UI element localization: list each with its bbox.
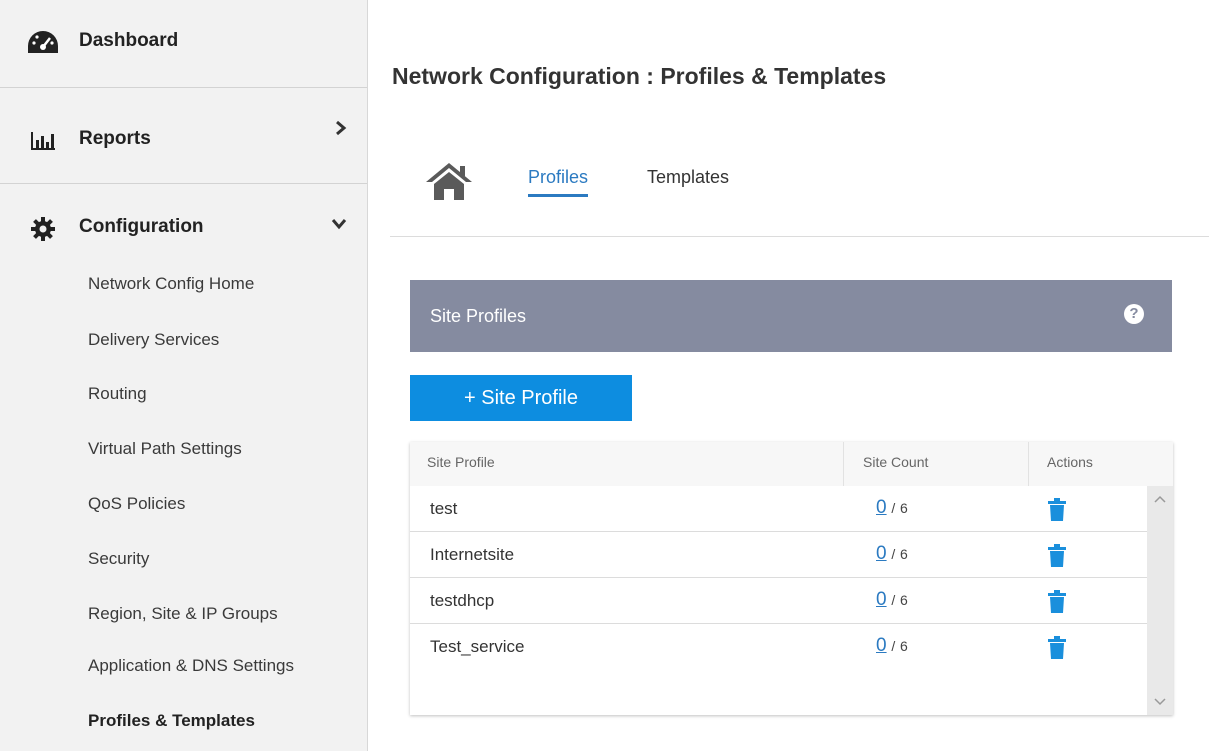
count-separator: /: [891, 592, 896, 608]
gear-icon: [26, 214, 60, 244]
count-separator: /: [891, 500, 896, 516]
site-count: 0 / 6: [876, 497, 908, 519]
home-icon[interactable]: [424, 160, 474, 202]
sidebar-item-application-dns-settings[interactable]: Application & DNS Settings: [88, 656, 294, 676]
site-count: 0 / 6: [876, 543, 908, 565]
site-count-total: 6: [899, 638, 908, 654]
nav-configuration-label: Configuration: [79, 216, 204, 237]
table-row[interactable]: Internetsite 0 / 6: [410, 532, 1147, 578]
table-header: Site Profile Site Count Actions: [410, 442, 1173, 486]
bar-chart-icon: [26, 126, 60, 156]
sidebar-item-profiles-templates[interactable]: Profiles & Templates: [88, 711, 255, 731]
table-row[interactable]: test 0 / 6: [410, 486, 1147, 532]
column-header-site-count[interactable]: Site Count: [863, 454, 928, 470]
site-count: 0 / 6: [876, 589, 908, 611]
table-row[interactable]: testdhcp 0 / 6: [410, 578, 1147, 624]
nav-reports[interactable]: Reports: [0, 88, 367, 184]
panel-title: Site Profiles: [430, 306, 527, 326]
site-count-link[interactable]: 0: [876, 635, 887, 656]
scroll-down-icon[interactable]: [1154, 695, 1166, 709]
nav-dashboard[interactable]: Dashboard: [0, 0, 367, 88]
count-separator: /: [891, 638, 896, 654]
site-profile-table: Site Profile Site Count Actions test 0 /…: [410, 442, 1173, 715]
table-scrollbar[interactable]: [1147, 486, 1173, 715]
nav-reports-label: Reports: [79, 128, 151, 149]
nav-dashboard-label: Dashboard: [79, 30, 179, 51]
scroll-up-icon[interactable]: [1154, 492, 1166, 506]
site-profile-name: test: [430, 499, 458, 518]
site-count-link[interactable]: 0: [876, 543, 887, 564]
trash-icon[interactable]: [1047, 636, 1067, 660]
site-profiles-header: Site Profiles ?: [410, 280, 1172, 352]
site-count-total: 6: [899, 546, 908, 562]
sidebar: Dashboard Reports Configuration Network …: [0, 0, 368, 751]
sidebar-item-region-site-ip-groups[interactable]: Region, Site & IP Groups: [88, 604, 278, 624]
sidebar-item-virtual-path-settings[interactable]: Virtual Path Settings: [88, 439, 242, 459]
column-header-actions: Actions: [1047, 454, 1093, 470]
table-row[interactable]: Test_service 0 / 6: [410, 624, 1147, 670]
help-icon[interactable]: ?: [1124, 304, 1144, 324]
count-separator: /: [891, 546, 896, 562]
sidebar-item-routing[interactable]: Routing: [88, 384, 147, 404]
trash-icon[interactable]: [1047, 544, 1067, 568]
trash-icon[interactable]: [1047, 498, 1067, 522]
chevron-down-icon[interactable]: [331, 214, 347, 235]
site-count: 0 / 6: [876, 635, 908, 657]
chevron-right-icon[interactable]: [335, 120, 347, 141]
tab-templates[interactable]: Templates: [647, 167, 729, 188]
site-profile-name: Internetsite: [430, 545, 515, 564]
nav-configuration[interactable]: Configuration: [0, 184, 367, 274]
divider: [390, 236, 1209, 237]
site-count-link[interactable]: 0: [876, 497, 887, 518]
sidebar-item-delivery-services[interactable]: Delivery Services: [88, 330, 219, 350]
tab-profiles[interactable]: Profiles: [528, 167, 589, 197]
sidebar-item-network-config-home[interactable]: Network Config Home: [88, 274, 254, 294]
site-profile-name: testdhcp: [430, 591, 495, 610]
site-count-total: 6: [899, 592, 908, 608]
column-divider: [843, 442, 844, 486]
trash-icon[interactable]: [1047, 590, 1067, 614]
speedometer-icon: [26, 28, 60, 58]
table-body: test 0 / 6 Internetsite 0 / 6 testdhcp 0…: [410, 486, 1173, 715]
sidebar-item-qos-policies[interactable]: QoS Policies: [88, 494, 185, 514]
page-title: Network Configuration : Profiles & Templ…: [392, 63, 887, 89]
site-profile-name: Test_service: [430, 637, 525, 656]
column-divider: [1028, 442, 1029, 486]
site-count-link[interactable]: 0: [876, 589, 887, 610]
column-header-site-profile[interactable]: Site Profile: [427, 454, 495, 470]
site-count-total: 6: [899, 500, 908, 516]
sidebar-item-security[interactable]: Security: [88, 549, 149, 569]
add-site-profile-button[interactable]: + Site Profile: [410, 375, 632, 421]
